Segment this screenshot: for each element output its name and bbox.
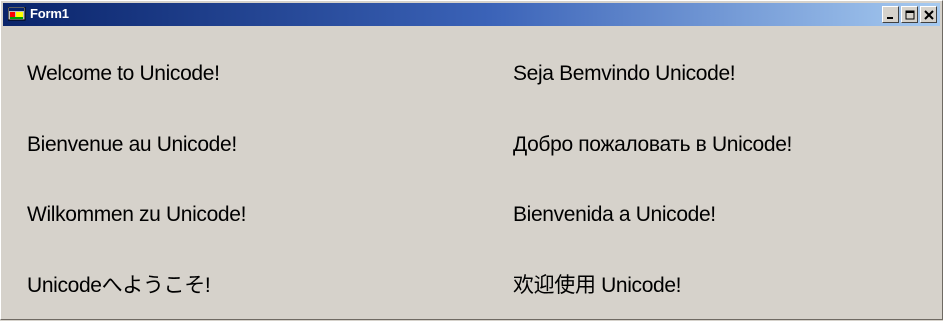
greeting-japanese: Unicodeへようこそ! — [27, 274, 211, 297]
close-button[interactable] — [920, 6, 937, 23]
greeting-english: Welcome to Unicode! — [27, 62, 220, 85]
maximize-icon — [905, 10, 915, 20]
minimize-button[interactable] — [882, 6, 899, 23]
maximize-button[interactable] — [901, 6, 918, 23]
greeting-chinese: 欢迎使用 Unicode! — [513, 274, 682, 297]
form-client-area: Welcome to Unicode! Bienvenue au Unicode… — [1, 28, 943, 321]
close-icon — [924, 10, 934, 20]
minimize-icon — [887, 17, 893, 19]
app-window: Form1 Welcome to Unicode! Bienvenue au U… — [0, 0, 943, 320]
caption-buttons — [882, 6, 937, 24]
app-form-icon[interactable] — [7, 6, 26, 21]
greeting-russian: Добро пожаловать в Unicode! — [513, 133, 793, 156]
greeting-german: Wilkommen zu Unicode! — [27, 203, 247, 226]
greeting-portuguese: Seja Bemvindo Unicode! — [513, 62, 736, 85]
greeting-spanish: Bienvenida a Unicode! — [513, 203, 716, 226]
window-title: Form1 — [30, 6, 69, 21]
title-bar[interactable]: Form1 — [3, 3, 940, 26]
greeting-french: Bienvenue au Unicode! — [27, 133, 237, 156]
